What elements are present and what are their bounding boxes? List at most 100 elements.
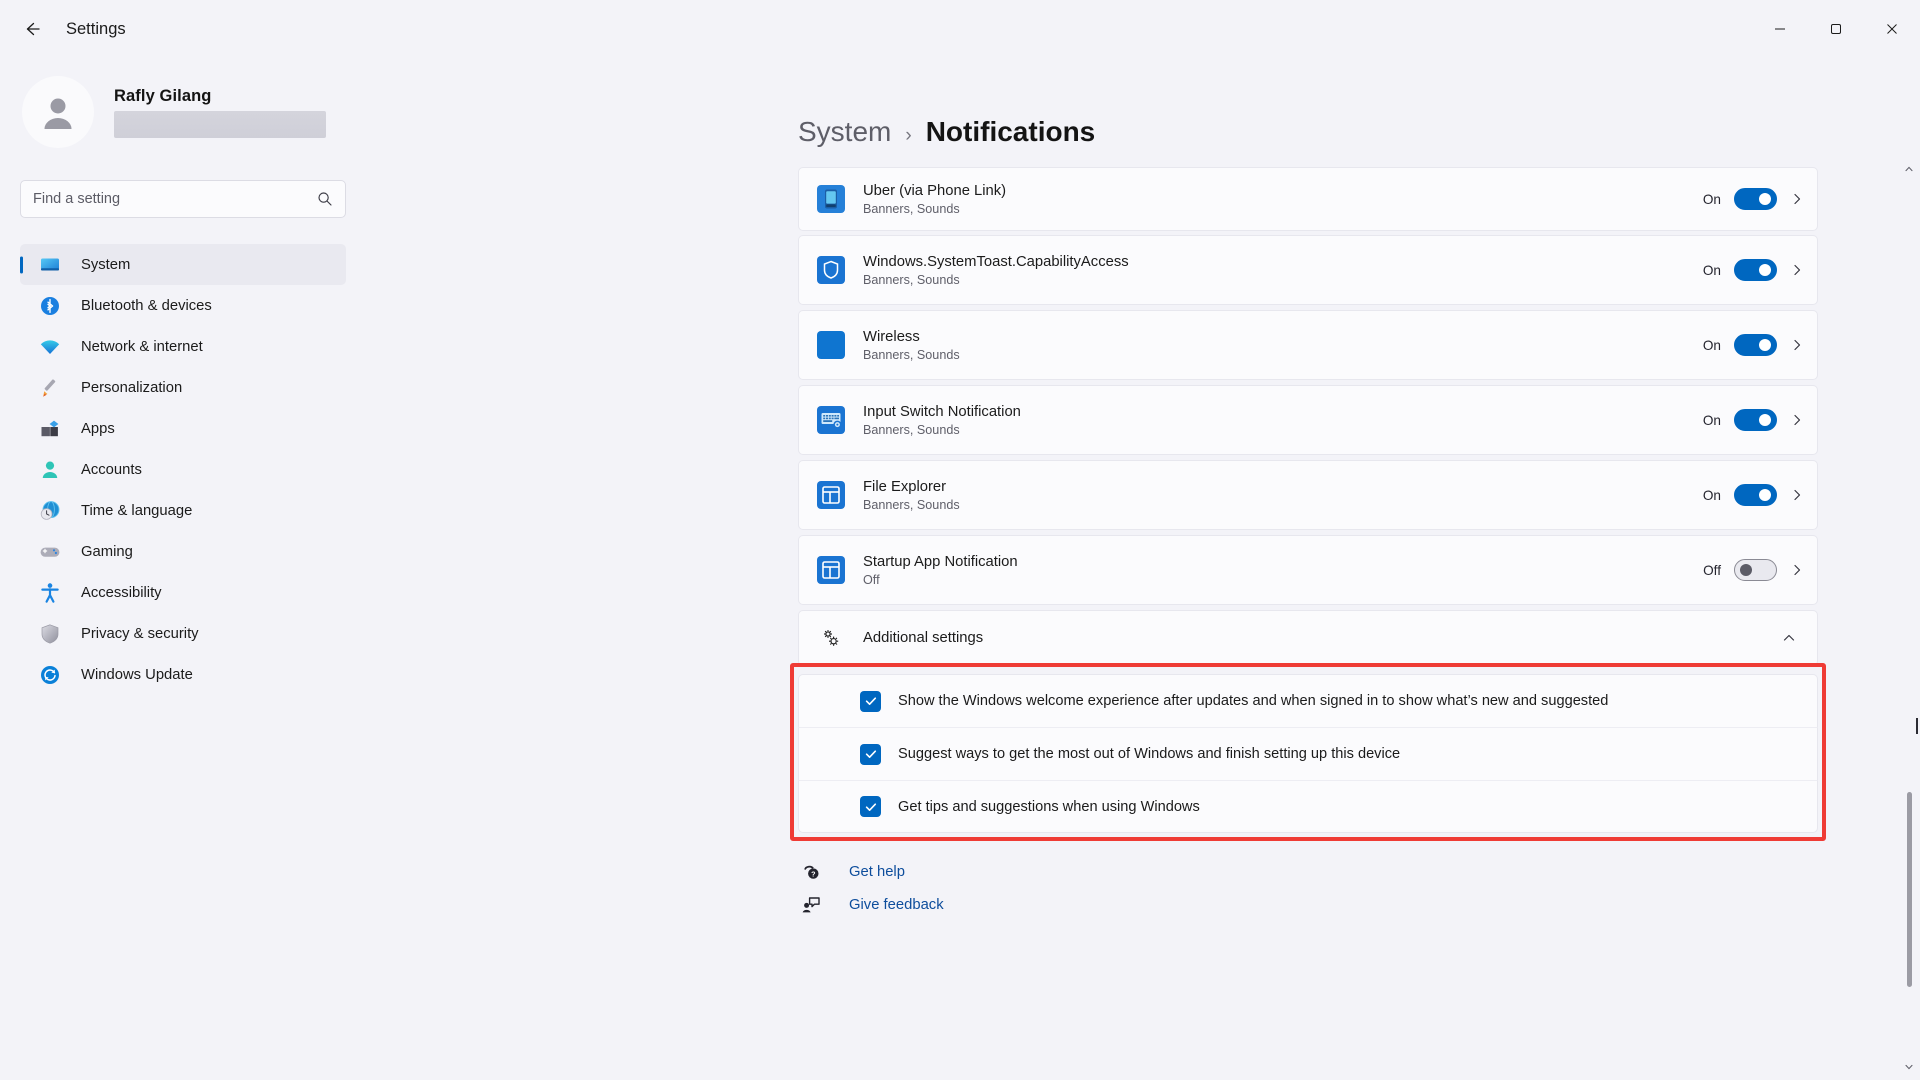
sidebar-item-label: Privacy & security xyxy=(81,625,199,642)
app-modes: Banners, Sounds xyxy=(863,273,960,288)
profile-name: Rafly Gilang xyxy=(114,86,212,105)
blue-square-icon xyxy=(816,330,846,360)
breadcrumb-parent[interactable]: System xyxy=(798,116,891,148)
app-modes: Banners, Sounds xyxy=(863,348,960,363)
svg-text:?: ? xyxy=(811,869,815,878)
notification-toggle[interactable] xyxy=(1734,334,1777,356)
restore-icon xyxy=(1831,24,1841,34)
notification-app-row[interactable]: File Explorer Banners, Sounds On xyxy=(798,460,1818,530)
app-row-text: Startup App Notification Off xyxy=(863,553,1703,587)
accounts-icon xyxy=(38,458,62,482)
notification-app-row[interactable]: Windows.SystemToast.CapabilityAccess Ban… xyxy=(798,235,1818,305)
chevron-right-icon[interactable] xyxy=(1777,413,1817,427)
maximize-button[interactable] xyxy=(1808,0,1864,58)
system-icon xyxy=(38,253,62,277)
toggle-state-label: On xyxy=(1702,412,1721,428)
checkbox-row[interactable]: Suggest ways to get the most out of Wind… xyxy=(798,727,1818,780)
chevron-right-icon[interactable] xyxy=(1777,563,1817,577)
sidebar-item-bluetooth-devices[interactable]: Bluetooth & devices xyxy=(20,285,346,326)
sidebar-item-label: Network & internet xyxy=(81,338,203,355)
sidebar-item-personalization[interactable]: Personalization xyxy=(20,367,346,408)
minimize-button[interactable] xyxy=(1752,0,1808,58)
checkbox-suggest-ways[interactable] xyxy=(860,743,881,765)
checkbox-row[interactable]: Get tips and suggestions when using Wind… xyxy=(798,780,1818,833)
additional-settings-header[interactable]: Additional settings xyxy=(798,610,1818,666)
notification-app-row[interactable]: Startup App Notification Off Off xyxy=(798,535,1818,605)
scrollbar[interactable] xyxy=(1903,162,1915,1074)
notification-app-row[interactable]: Wireless Banners, Sounds On xyxy=(798,310,1818,380)
window-title: Settings xyxy=(66,19,126,38)
give-feedback-link[interactable]: Give feedback xyxy=(798,895,944,915)
breadcrumb: System › Notifications xyxy=(798,116,1095,148)
accessibility-icon xyxy=(38,581,62,605)
chevron-right-icon[interactable] xyxy=(1777,192,1817,206)
notification-toggle[interactable] xyxy=(1734,188,1777,210)
checkbox-welcome-experience[interactable] xyxy=(860,690,881,712)
notification-toggle[interactable] xyxy=(1734,409,1777,431)
search-box[interactable] xyxy=(20,180,346,218)
keyboard-icon xyxy=(816,405,846,435)
sidebar-item-time-language[interactable]: Time & language xyxy=(20,490,346,531)
search-input[interactable] xyxy=(33,191,317,207)
toggle-state-label: Off xyxy=(1703,562,1721,578)
give-feedback-label: Give feedback xyxy=(849,897,944,913)
sidebar-item-network-internet[interactable]: Network & internet xyxy=(20,326,346,367)
checkbox-label: Get tips and suggestions when using Wind… xyxy=(898,798,1200,815)
get-help-icon: ? xyxy=(798,862,824,882)
scroll-up-arrow[interactable] xyxy=(1903,162,1915,176)
paintbrush-icon xyxy=(38,376,62,400)
sidebar-item-label: Apps xyxy=(81,420,115,437)
app-row-text: Wireless Banners, Sounds xyxy=(863,328,1703,362)
chevron-right-icon[interactable] xyxy=(1777,263,1817,277)
sidebar-item-gaming[interactable]: Gaming xyxy=(20,531,346,572)
sidebar-item-system[interactable]: System xyxy=(20,244,346,285)
update-icon xyxy=(38,663,62,687)
shield-app-icon xyxy=(816,255,846,285)
chevron-up-icon[interactable] xyxy=(1769,631,1809,645)
window-controls xyxy=(1752,0,1920,58)
gamepad-icon xyxy=(38,540,62,564)
notification-toggle[interactable] xyxy=(1734,259,1777,281)
text-cursor xyxy=(1916,718,1918,734)
notification-app-row[interactable]: Input Switch Notification Banners, Sound… xyxy=(798,385,1818,455)
sidebar: Rafly Gilang Find a setting System Bluet… xyxy=(0,58,370,1080)
toggle-state-label: On xyxy=(1702,487,1721,503)
back-arrow-icon xyxy=(26,22,40,36)
bluetooth-icon xyxy=(38,294,62,318)
checkbox-row[interactable]: Show the Windows welcome experience afte… xyxy=(798,674,1818,727)
gears-icon xyxy=(816,626,846,650)
checkbox-tips-suggestions[interactable] xyxy=(860,796,881,817)
app-modes: Banners, Sounds xyxy=(863,498,960,513)
checkbox-label: Suggest ways to get the most out of Wind… xyxy=(898,746,1401,762)
sidebar-item-accounts[interactable]: Accounts xyxy=(20,449,346,490)
app-row-text: Input Switch Notification Banners, Sound… xyxy=(863,403,1703,437)
page-title: Notifications xyxy=(925,116,1096,147)
sidebar-item-windows-update[interactable]: Windows Update xyxy=(20,654,346,695)
app-row-text: Windows.SystemToast.CapabilityAccess Ban… xyxy=(863,253,1703,287)
apps-icon xyxy=(38,417,62,441)
notification-toggle[interactable] xyxy=(1734,484,1777,506)
profile-email-redacted xyxy=(114,110,326,138)
give-feedback-icon xyxy=(798,895,824,915)
app-modes: Off xyxy=(863,573,880,588)
scroll-down-arrow[interactable] xyxy=(1903,1060,1915,1074)
sidebar-item-apps[interactable]: Apps xyxy=(20,408,346,449)
title-bar: Settings xyxy=(0,0,1920,58)
sidebar-item-privacy-security[interactable]: Privacy & security xyxy=(20,613,346,654)
profile-block[interactable]: Rafly Gilang xyxy=(20,76,346,148)
chevron-right-icon[interactable] xyxy=(1777,488,1817,502)
close-button[interactable] xyxy=(1864,0,1920,58)
notification-app-row[interactable]: Uber (via Phone Link) Banners, Sounds On xyxy=(798,167,1818,231)
chevron-right-icon[interactable] xyxy=(1777,338,1817,352)
get-help-link[interactable]: ? Get help xyxy=(798,862,905,882)
notification-toggle[interactable] xyxy=(1734,559,1777,581)
sidebar-item-label: Personalization xyxy=(81,379,183,396)
back-button[interactable] xyxy=(10,11,54,47)
sidebar-item-accessibility[interactable]: Accessibility xyxy=(20,572,346,613)
app-row-text: File Explorer Banners, Sounds xyxy=(863,478,1703,512)
minimize-icon xyxy=(1775,28,1785,30)
additional-settings-label: Additional settings xyxy=(863,630,984,646)
file-explorer-icon xyxy=(816,480,846,510)
scrollbar-thumb[interactable] xyxy=(1907,792,1912,987)
app-name: Windows.SystemToast.CapabilityAccess xyxy=(863,253,1129,270)
